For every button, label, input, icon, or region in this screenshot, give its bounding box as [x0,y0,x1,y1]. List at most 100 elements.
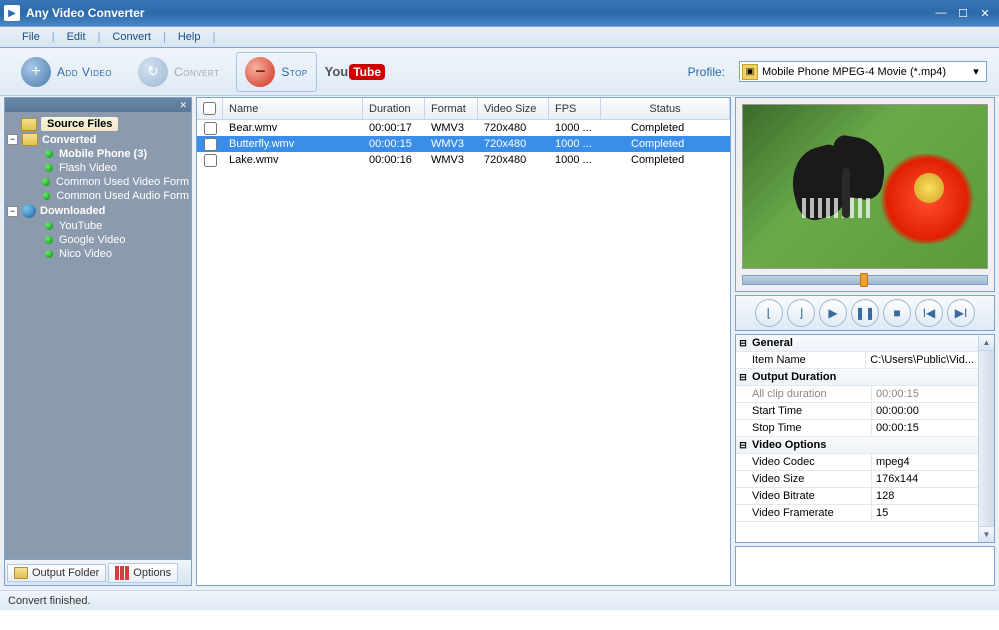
minimize-button[interactable]: — [931,6,951,20]
property-key: Item Name [736,352,866,368]
col-format[interactable]: Format [425,98,478,119]
youtube-logo[interactable]: YouTube [325,60,383,84]
mark-out-button[interactable]: ⌋ [787,299,815,327]
col-name[interactable]: Name [223,98,363,119]
mark-in-button[interactable]: ⌊ [755,299,783,327]
tree-common-video[interactable]: Common Used Video Form [5,175,191,189]
cell-fps: 1000 ... [549,122,601,134]
table-row[interactable]: Lake.wmv00:00:16WMV3720x4801000 ...Compl… [197,152,730,168]
tree-youtube[interactable]: YouTube [5,219,191,233]
menu-file[interactable]: File [10,31,52,43]
tree-nico-video[interactable]: Nico Video [5,247,191,261]
property-key: Video Size [736,471,872,487]
collapse-icon[interactable]: ⊟ [736,437,750,453]
property-row[interactable]: Start Time00:00:00 [736,403,978,420]
sidebar-close-button[interactable]: ✕ [5,98,191,112]
property-row[interactable]: Video Size176x144 [736,471,978,488]
play-button[interactable]: ▶ [819,299,847,327]
menu-convert[interactable]: Convert [100,31,163,43]
col-status[interactable]: Status [601,98,730,119]
bullet-icon [42,178,49,186]
property-value[interactable]: 15 [872,505,978,521]
property-row[interactable]: All clip duration00:00:15 [736,386,978,403]
prev-button[interactable]: I◀ [915,299,943,327]
next-button[interactable]: ▶I [947,299,975,327]
row-checkbox[interactable] [204,154,217,167]
table-row[interactable]: Butterfly.wmv00:00:15WMV3720x4801000 ...… [197,136,730,152]
add-video-icon: + [21,57,51,87]
property-key: Start Time [736,403,872,419]
tree-google-video[interactable]: Google Video [5,233,191,247]
property-row[interactable]: Stop Time00:00:15 [736,420,978,437]
tree-source-files[interactable]: Source Files [5,116,191,132]
scroll-up-icon[interactable]: ▲ [979,335,994,351]
tree-mobile-phone[interactable]: Mobile Phone (3) [5,147,191,161]
output-folder-button[interactable]: Output Folder [7,564,106,582]
output-description [735,546,995,586]
property-section[interactable]: ⊟Output Duration [736,369,978,386]
cell-name: Lake.wmv [223,154,363,166]
property-row[interactable]: Video Bitrate128 [736,488,978,505]
property-row[interactable]: Video Framerate15 [736,505,978,522]
col-fps[interactable]: FPS [549,98,601,119]
sidebar: ✕ Source Files −Converted Mobile Phone (… [4,97,192,586]
property-value[interactable]: 176x144 [872,471,978,487]
property-row[interactable]: Video Codecmpeg4 [736,454,978,471]
property-value[interactable]: 128 [872,488,978,504]
property-section[interactable]: ⊟General [736,335,978,352]
property-value[interactable]: 00:00:15 [872,386,978,402]
profile-select[interactable]: ▣ Mobile Phone MPEG-4 Movie (*.mp4) ▾ [739,61,987,82]
col-video-size[interactable]: Video Size [478,98,549,119]
bullet-icon [45,222,53,230]
cell-video-size: 720x480 [478,154,549,166]
row-checkbox[interactable] [204,122,217,135]
cell-duration: 00:00:16 [363,154,425,166]
convert-icon: ↻ [138,57,168,87]
menubar: File| Edit| Convert| Help| [0,26,999,48]
stop-button[interactable]: − Stop [236,52,316,92]
menu-help[interactable]: Help [166,31,213,43]
tree-flash-video[interactable]: Flash Video [5,161,191,175]
properties-scrollbar[interactable]: ▲ ▼ [978,335,994,542]
property-value[interactable]: 00:00:15 [872,420,978,436]
collapse-icon[interactable]: ⊟ [736,369,750,385]
add-video-button[interactable]: + Add Video [12,52,121,92]
cell-format: WMV3 [425,122,478,134]
bullet-icon [45,164,53,172]
scroll-down-icon[interactable]: ▼ [979,526,994,542]
source-tree: Source Files −Converted Mobile Phone (3)… [5,112,191,559]
properties-panel: ⊟GeneralItem NameC:\Users\Public\Vid...⊟… [735,334,995,543]
select-all-checkbox[interactable] [203,102,216,115]
tree-converted[interactable]: −Converted [5,132,191,147]
collapse-icon[interactable]: − [7,134,18,145]
maximize-button[interactable]: ☐ [953,6,973,20]
stop-playback-button[interactable]: ■ [883,299,911,327]
collapse-icon[interactable]: ⊟ [736,335,750,351]
menu-edit[interactable]: Edit [55,31,98,43]
bullet-icon [45,250,53,258]
tree-downloaded[interactable]: −Downloaded [5,203,191,219]
close-button[interactable]: ✕ [975,6,995,20]
seek-thumb[interactable] [860,273,868,287]
property-key: Video Codec [736,454,872,470]
property-section[interactable]: ⊟Video Options [736,437,978,454]
tree-common-audio[interactable]: Common Used Audio Form [5,189,191,203]
options-button[interactable]: Options [108,563,178,583]
property-value[interactable]: C:\Users\Public\Vid... [866,352,978,368]
col-duration[interactable]: Duration [363,98,425,119]
property-value[interactable]: 00:00:00 [872,403,978,419]
property-key: All clip duration [736,386,872,402]
row-checkbox[interactable] [204,138,217,151]
titlebar: ▶ Any Video Converter — ☐ ✕ [0,0,999,26]
seek-slider[interactable] [742,275,988,285]
property-value[interactable]: mpeg4 [872,454,978,470]
collapse-icon[interactable]: − [7,206,18,217]
cell-format: WMV3 [425,138,478,150]
pause-button[interactable]: ❚❚ [851,299,879,327]
preview-panel [735,97,995,292]
cell-format: WMV3 [425,154,478,166]
convert-button[interactable]: ↻ Convert [129,52,228,92]
property-row[interactable]: Item NameC:\Users\Public\Vid... [736,352,978,369]
statusbar: Convert finished. [0,590,999,610]
table-row[interactable]: Bear.wmv00:00:17WMV3720x4801000 ...Compl… [197,120,730,136]
